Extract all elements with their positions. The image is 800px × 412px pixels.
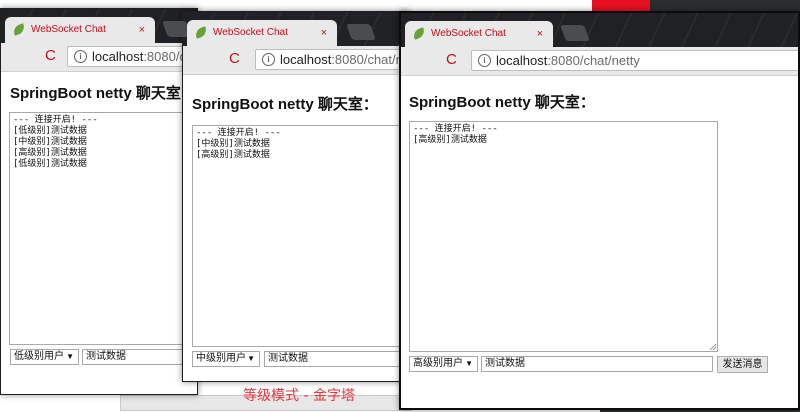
browser-window-high: WebSocket Chat × C i localhost:8080/chat/… <box>399 11 800 410</box>
select-value: 中级别用户 <box>196 353 246 364</box>
page-content: SpringBoot netty 聊天室： --- 连接开启! --- [中级别… <box>183 75 409 381</box>
page-content: SpringBoot netty 聊天室 --- 连接开启! --- [低级别]… <box>1 72 197 394</box>
tab-title: WebSocket Chat <box>431 28 506 39</box>
browser-tab[interactable]: WebSocket Chat × <box>405 21 553 47</box>
spring-leaf-icon <box>11 23 27 36</box>
title-bar: WebSocket Chat × <box>1 9 197 43</box>
tab-close-icon[interactable]: × <box>321 20 327 46</box>
tab-close-icon[interactable]: × <box>139 17 145 43</box>
message-input[interactable]: 测试数据 <box>481 356 713 372</box>
page-content: SpringBoot netty 聊天室： --- 连接开启! --- [高级别… <box>401 76 798 408</box>
url-host: localhost <box>496 53 548 68</box>
new-tab-button[interactable] <box>560 25 590 41</box>
tab-title: WebSocket Chat <box>213 27 288 38</box>
user-level-select[interactable]: 低级别用户 ▼ <box>10 349 79 365</box>
message-input[interactable]: 测试数据 <box>264 351 409 367</box>
browser-tab[interactable]: WebSocket Chat × <box>187 20 337 46</box>
resize-grip-icon[interactable] <box>710 344 716 350</box>
user-level-select[interactable]: 中级别用户 ▼ <box>192 351 260 367</box>
address-bar[interactable]: i localhost:8080/chat/nett <box>255 49 409 70</box>
info-icon[interactable]: i <box>478 54 491 67</box>
browser-toolbar: C i localhost:8080/chat/netty <box>401 47 798 76</box>
url-host: localhost <box>280 52 332 67</box>
browser-toolbar: C i localhost:8080/chat/nett <box>183 46 409 75</box>
chevron-down-icon: ▼ <box>66 352 74 361</box>
browser-tab[interactable]: WebSocket Chat × <box>5 17 155 43</box>
select-value: 高级别用户 <box>413 358 463 369</box>
reload-icon[interactable]: C <box>229 51 240 67</box>
browser-window-mid: WebSocket Chat × C i localhost:8080/chat/… <box>182 11 410 382</box>
reload-icon[interactable]: C <box>45 48 56 64</box>
tab-title: WebSocket Chat <box>31 24 106 35</box>
spring-leaf-icon <box>411 27 427 40</box>
info-icon[interactable]: i <box>74 50 87 63</box>
caption: 等级模式 - 金字塔 <box>243 388 355 404</box>
page-title: SpringBoot netty 聊天室： <box>192 96 378 113</box>
tab-close-icon[interactable]: × <box>537 21 543 47</box>
chevron-down-icon: ▼ <box>465 359 473 368</box>
title-bar: WebSocket Chat × <box>401 13 798 47</box>
user-level-select[interactable]: 高级别用户 ▼ <box>409 356 478 372</box>
send-message-button[interactable]: 发送消息 <box>717 356 768 373</box>
info-icon[interactable]: i <box>262 53 275 66</box>
title-bar: WebSocket Chat × <box>183 12 409 46</box>
spring-leaf-icon <box>193 26 209 39</box>
page-title: SpringBoot netty 聊天室 <box>10 85 181 102</box>
url-host: localhost <box>92 49 144 64</box>
message-log[interactable]: --- 连接开启! --- [高级别]测试数据 <box>409 121 718 352</box>
message-log[interactable]: --- 连接开启! --- [中级别]测试数据 [高级别]测试数据 <box>192 125 409 347</box>
page-title: SpringBoot netty 聊天室： <box>409 94 595 111</box>
message-log[interactable]: --- 连接开启! --- [低级别]测试数据 [中级别]测试数据 [高级别]测… <box>9 112 197 345</box>
url-path: :8080/chat/netty <box>547 53 640 68</box>
browser-window-low: WebSocket Chat × C ilocalhost:8080/chat/… <box>0 8 198 395</box>
address-bar[interactable]: i localhost:8080/chat/netty <box>471 50 798 71</box>
chevron-down-icon: ▼ <box>247 354 255 363</box>
message-input[interactable]: 测试数据 <box>82 349 197 365</box>
reload-icon[interactable]: C <box>446 52 457 68</box>
new-tab-button[interactable] <box>346 24 376 40</box>
select-value: 低级别用户 <box>14 351 64 362</box>
address-bar[interactable]: ilocalhost:8080/chat/ <box>67 46 197 67</box>
browser-toolbar: C ilocalhost:8080/chat/ <box>1 43 197 72</box>
